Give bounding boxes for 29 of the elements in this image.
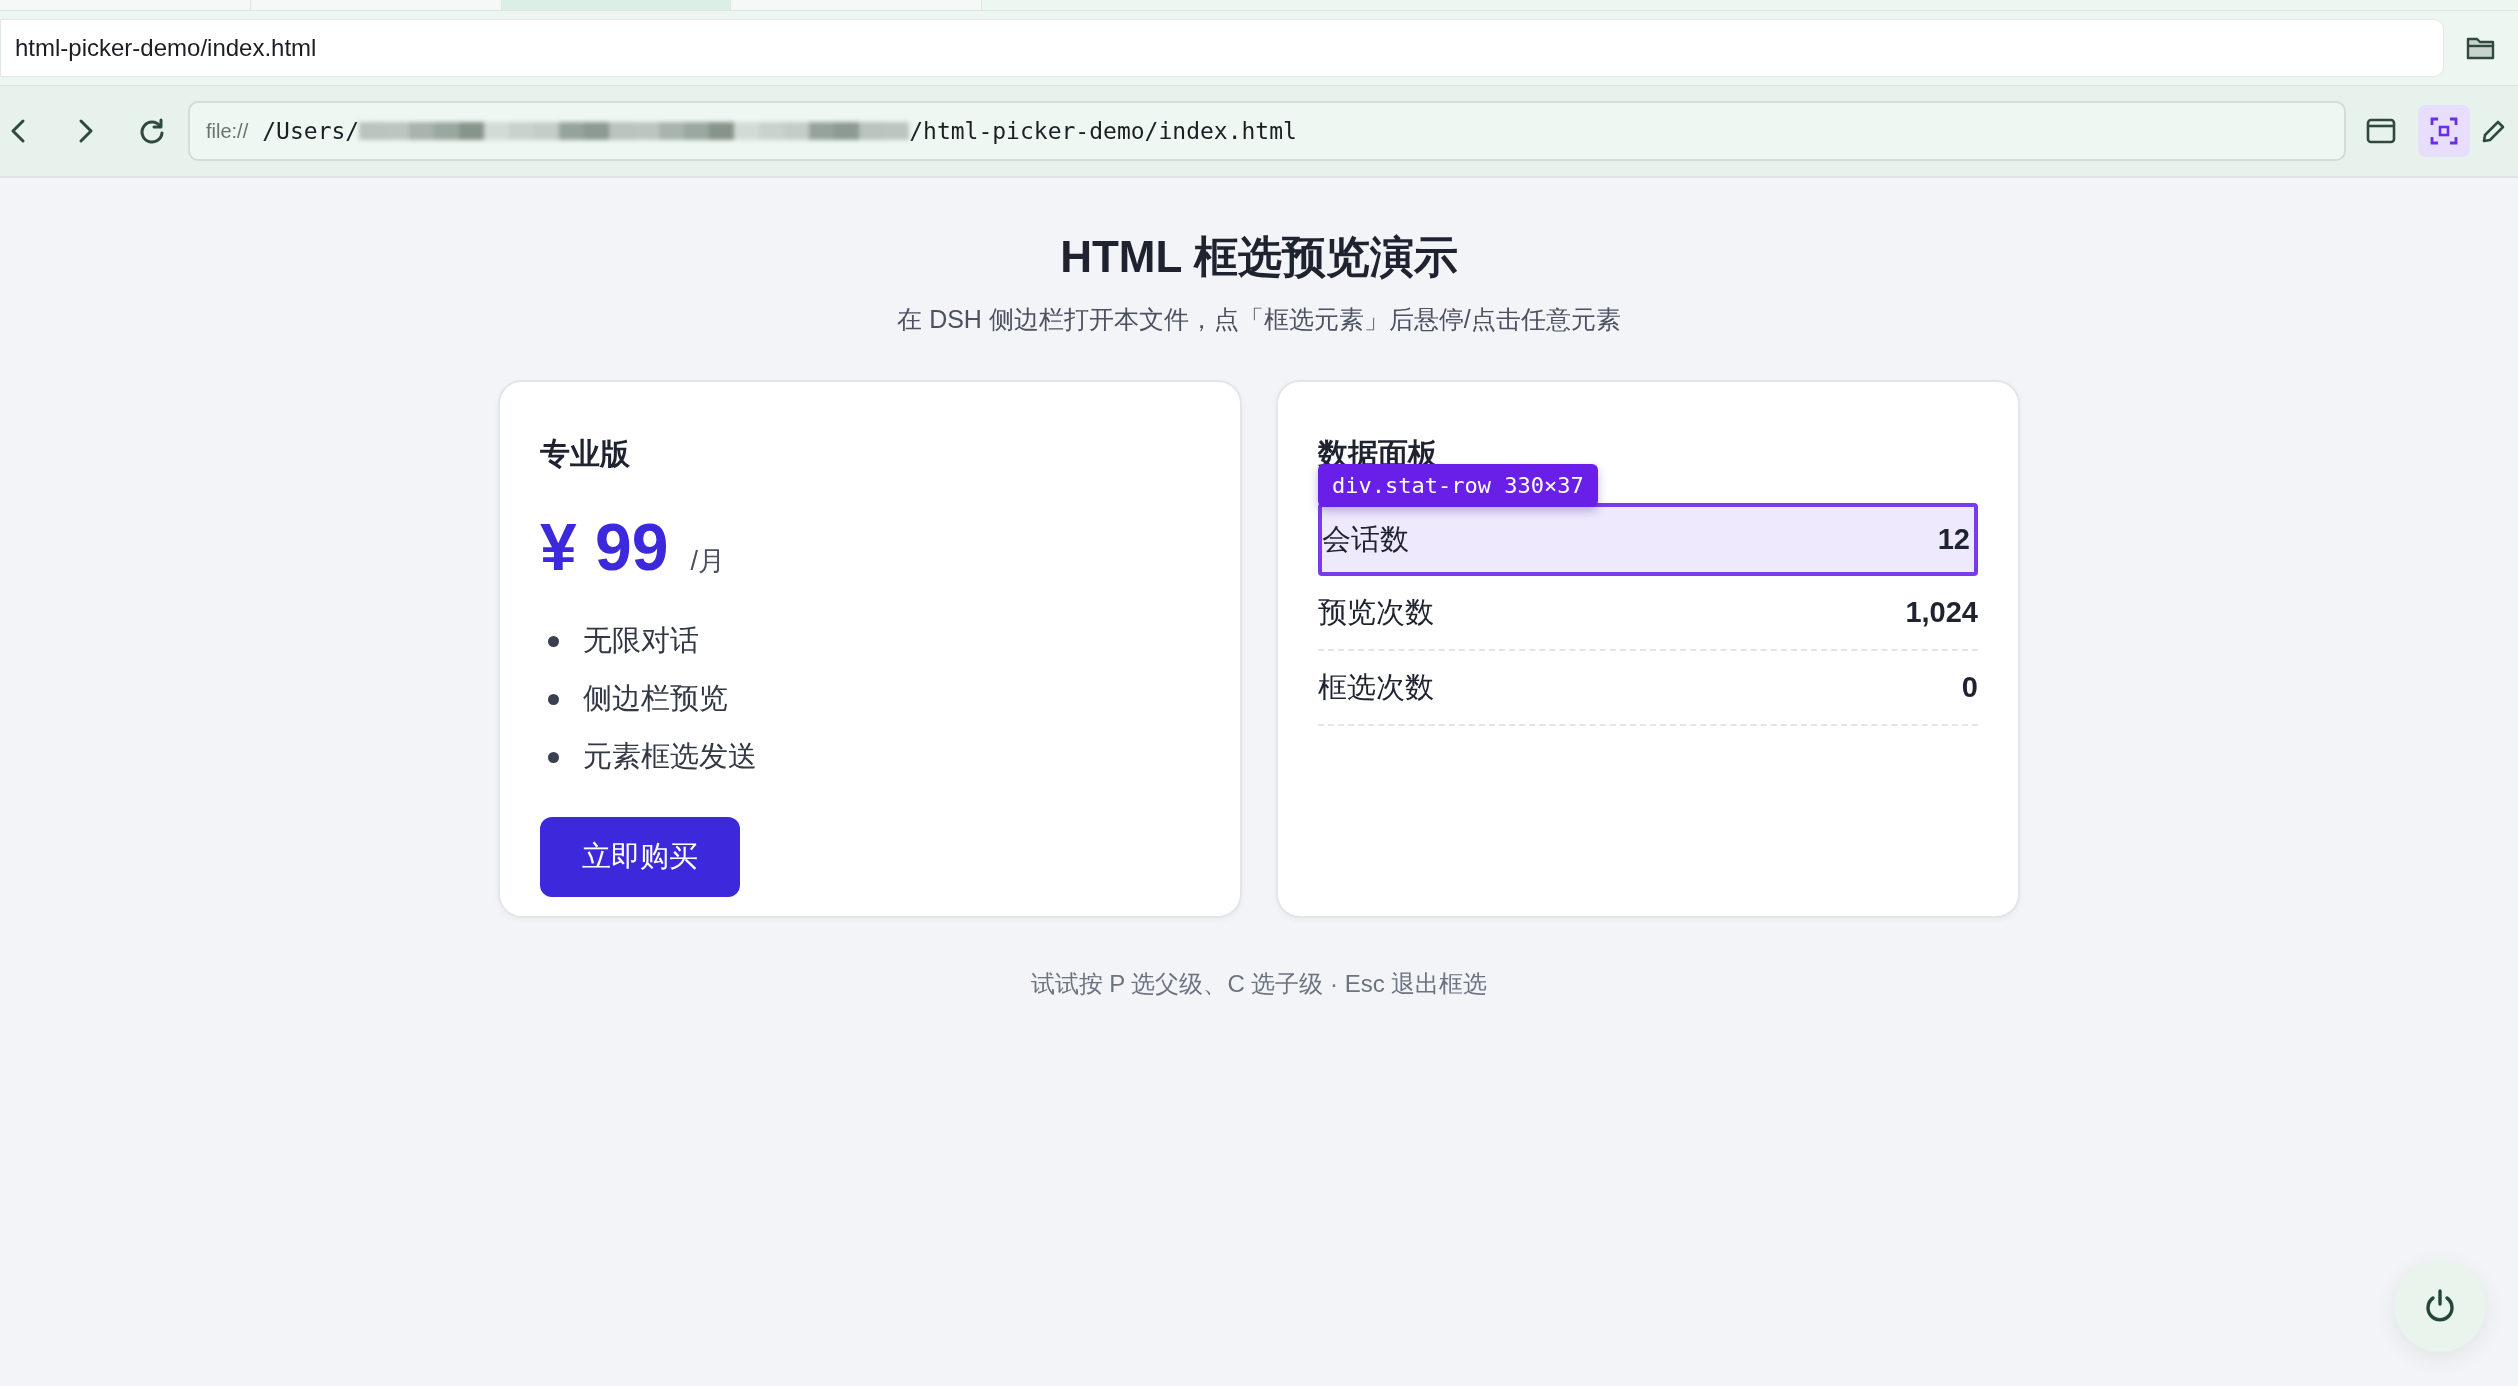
buy-now-button[interactable]: 立即购买 [540,817,740,897]
feature-item: 无限对话 [583,623,699,658]
back-icon[interactable] [10,118,26,144]
bullet-icon [548,635,559,647]
price-period: /月 [690,545,725,578]
stat-label: 框选次数 [1318,669,1434,705]
power-icon [2423,1288,2457,1324]
price: ¥ 99 [540,509,669,585]
feature-item: 元素框选发送 [583,739,757,774]
stat-label: 预览次数 [1318,594,1434,630]
hint-text: 试试按 P 选父级、C 选子级 · Esc 退出框选 [1030,969,1488,999]
stat-label: 会话数 [1322,521,1409,557]
reload-icon[interactable] [138,117,166,145]
window-icon[interactable] [2366,117,2396,145]
stat-value: 12 [1937,523,1970,556]
address-field[interactable]: file:// /Users/ /html-picker-demo/index.html [188,101,2346,161]
stat-value: 0 [1961,671,1978,704]
path-field[interactable]: html-picker-demo/index.html [0,19,2444,77]
feature-item: 侧边栏预览 [583,681,728,716]
card-heading: 专业版 [540,436,631,472]
forward-icon[interactable] [78,118,94,144]
bullet-icon [548,751,559,763]
stat-value: 1,024 [1905,596,1978,629]
bullet-icon [548,693,559,705]
page-title: HTML 框选预览演示 [1060,231,1458,283]
folder-icon[interactable] [2466,35,2496,61]
page-subtitle: 在 DSH 侧边栏打开本文件，点「框选元素」后悬停/点击任意元素 [897,304,1621,335]
select-frame-icon [2429,116,2459,146]
element-picker-button[interactable] [2418,105,2470,157]
